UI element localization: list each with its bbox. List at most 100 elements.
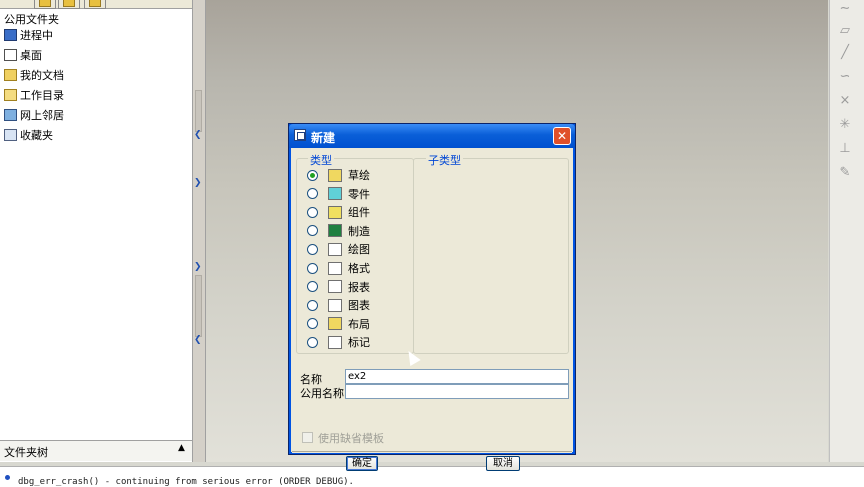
nav-item-label: 工作目录 (20, 89, 64, 102)
folder-tree-bar[interactable]: 文件夹树 ▲ (0, 440, 192, 461)
navigator-tabs (0, 0, 192, 9)
sash-grip[interactable] (195, 90, 202, 132)
part-icon (328, 187, 342, 201)
common-name-input[interactable] (345, 384, 569, 399)
type-radio[interactable] (307, 262, 318, 274)
type-option-drawing[interactable]: 绘图 (307, 241, 370, 257)
favorites-icon (4, 129, 17, 141)
sketch-icon (328, 168, 342, 182)
manufacturing-icon (328, 224, 342, 238)
common-name-label: 公用名称 (300, 387, 344, 400)
desktop-icon (4, 49, 17, 61)
type-label: 绘图 (348, 243, 370, 257)
report-icon (328, 280, 342, 294)
type-label: 组件 (348, 206, 370, 220)
favorites-tab-icon (89, 0, 101, 7)
parallelogram-icon[interactable]: ▱ (837, 24, 853, 38)
tab-favorites[interactable] (84, 0, 106, 9)
type-option-assembly[interactable]: 组件 (307, 204, 370, 220)
navigator-panel: 公用文件夹 进程中 桌面 我的文档 工作目录 网上邻居 收藏夹 文件夹树 ▲ (0, 0, 193, 462)
type-radio[interactable] (307, 243, 318, 255)
ok-button[interactable]: 确定 (346, 456, 378, 471)
type-radio[interactable] (307, 299, 318, 311)
type-option-manufacturing[interactable]: 制造 (307, 223, 370, 239)
pencil-icon[interactable]: ✎ (837, 166, 853, 180)
name-input[interactable] (345, 369, 569, 384)
format-icon (328, 261, 342, 275)
close-button[interactable]: ✕ (553, 127, 571, 145)
type-label: 草绘 (348, 169, 370, 182)
diagram-icon (328, 298, 342, 312)
type-option-diagram[interactable]: 图表 (307, 297, 370, 313)
datum-plane-icon[interactable]: ⊥ (837, 142, 853, 156)
navigator-sash[interactable]: ❮ ❯ ❯ ❮ (193, 0, 206, 462)
type-radio[interactable] (307, 318, 318, 330)
type-radio[interactable] (307, 169, 318, 181)
message-area: dbg_err_crash() - continuing from seriou… (0, 466, 864, 487)
type-label: 格式 (348, 262, 370, 275)
nav-item-favorites[interactable]: 收藏夹 (4, 127, 53, 143)
type-radio[interactable] (307, 206, 318, 218)
type-radio[interactable] (307, 336, 318, 348)
type-group-label: 类型 (308, 152, 334, 168)
type-label: 零件 (348, 187, 370, 201)
tab-folder-browser[interactable] (58, 0, 80, 9)
nav-item-working-directory[interactable]: 工作目录 (4, 87, 64, 103)
type-option-sketch[interactable]: 草绘 (307, 167, 370, 183)
type-radio[interactable] (307, 188, 318, 200)
window-icon (294, 129, 306, 141)
right-toolbar: ∼ ▱ ╱ ∽ × ✳ ⊥ ✎ (829, 0, 864, 462)
type-option-part[interactable]: 零件 (307, 186, 370, 202)
nav-item-label: 收藏夹 (20, 129, 53, 142)
nav-item-label: 进程中 (20, 29, 53, 42)
expand-up-icon[interactable]: ▲ (178, 443, 185, 453)
axis-icon[interactable]: ✳ (837, 118, 853, 132)
expand-right-icon[interactable]: ❯ (194, 262, 202, 272)
type-radio[interactable] (307, 225, 318, 237)
new-dialog: 新建 ✕ 类型 草绘零件组件制造绘图格式报表图表布局标记 子类型 名称 公用名称… (288, 123, 576, 471)
folder-tab-icon (63, 0, 75, 7)
layout-icon (328, 317, 342, 331)
type-option-markup[interactable]: 标记 (307, 334, 370, 350)
working-dir-folder-icon (4, 89, 17, 101)
dialog-body: 类型 草绘零件组件制造绘图格式报表图表布局标记 子类型 名称 公用名称 使用缺省… (292, 148, 572, 471)
type-option-report[interactable]: 报表 (307, 279, 370, 295)
nav-item-network[interactable]: 网上邻居 (4, 107, 64, 123)
type-label: 报表 (348, 280, 370, 294)
type-option-layout[interactable]: 布局 (307, 316, 370, 332)
monitor-icon (4, 29, 17, 41)
nav-item-in-session[interactable]: 进程中 (4, 27, 53, 43)
dialog-title: 新建 (311, 131, 336, 145)
nav-item-label: 桌面 (20, 49, 42, 62)
point-icon[interactable]: × (837, 94, 853, 108)
subtype-group: 子类型 (413, 152, 569, 354)
type-label: 标记 (348, 336, 370, 350)
navigator-title: 公用文件夹 (4, 13, 59, 26)
use-default-template-label: 使用缺省模板 (318, 432, 384, 445)
type-radio[interactable] (307, 281, 318, 293)
type-label: 制造 (348, 224, 370, 238)
nav-item-my-documents[interactable]: 我的文档 (4, 67, 64, 83)
spline-icon[interactable]: ∼ (837, 2, 853, 16)
markup-icon (328, 335, 342, 349)
type-option-format[interactable]: 格式 (307, 260, 370, 276)
nav-item-desktop[interactable]: 桌面 (4, 47, 42, 63)
info-bullet-icon (5, 475, 10, 480)
collapse-left-icon[interactable]: ❮ (194, 130, 202, 140)
line-icon[interactable]: ╱ (837, 46, 853, 60)
use-default-template-checkbox[interactable] (302, 432, 313, 443)
assembly-icon (328, 205, 342, 219)
documents-folder-icon (4, 69, 17, 81)
curve-icon[interactable]: ∽ (837, 70, 853, 84)
nav-item-label: 网上邻居 (20, 109, 64, 122)
drawing-icon (328, 242, 342, 256)
sash-grip[interactable] (195, 275, 202, 337)
type-group: 类型 草绘零件组件制造绘图格式报表图表布局标记 (296, 152, 414, 354)
collapse-left-icon[interactable]: ❮ (194, 335, 202, 345)
cancel-button[interactable]: 取消 (486, 456, 520, 471)
folder-tab-icon (39, 0, 51, 7)
tab-model-tree[interactable] (34, 0, 56, 9)
dialog-titlebar[interactable]: 新建 ✕ (289, 124, 575, 148)
expand-right-icon[interactable]: ❯ (194, 178, 202, 188)
nav-item-label: 我的文档 (20, 69, 64, 82)
